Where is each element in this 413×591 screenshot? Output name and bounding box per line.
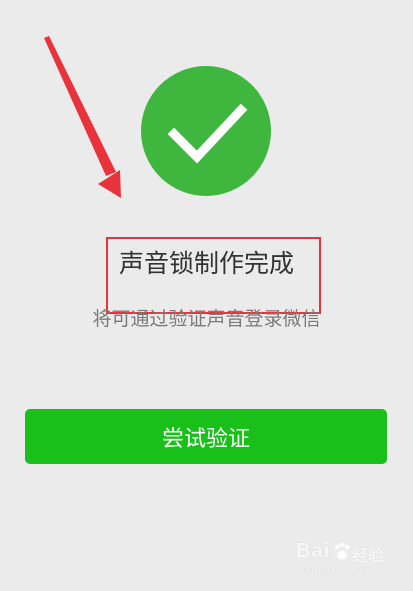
page-subtitle: 将可通过验证声音登录微信 xyxy=(92,308,321,330)
watermark-brand: Bai xyxy=(296,540,331,562)
annotation-highlight-box xyxy=(106,237,321,314)
baidu-jingyan-watermark: Bai 经验 jingyan.baidu.com xyxy=(296,540,406,580)
checkmark-icon xyxy=(167,103,248,164)
watermark-suffix: 经验 xyxy=(352,548,385,565)
try-verify-button[interactable]: 尝试验证 xyxy=(25,409,387,464)
success-checkmark-badge xyxy=(141,66,271,196)
watermark-url: jingyan.baidu.com xyxy=(298,564,379,575)
paw-icon xyxy=(334,542,350,560)
